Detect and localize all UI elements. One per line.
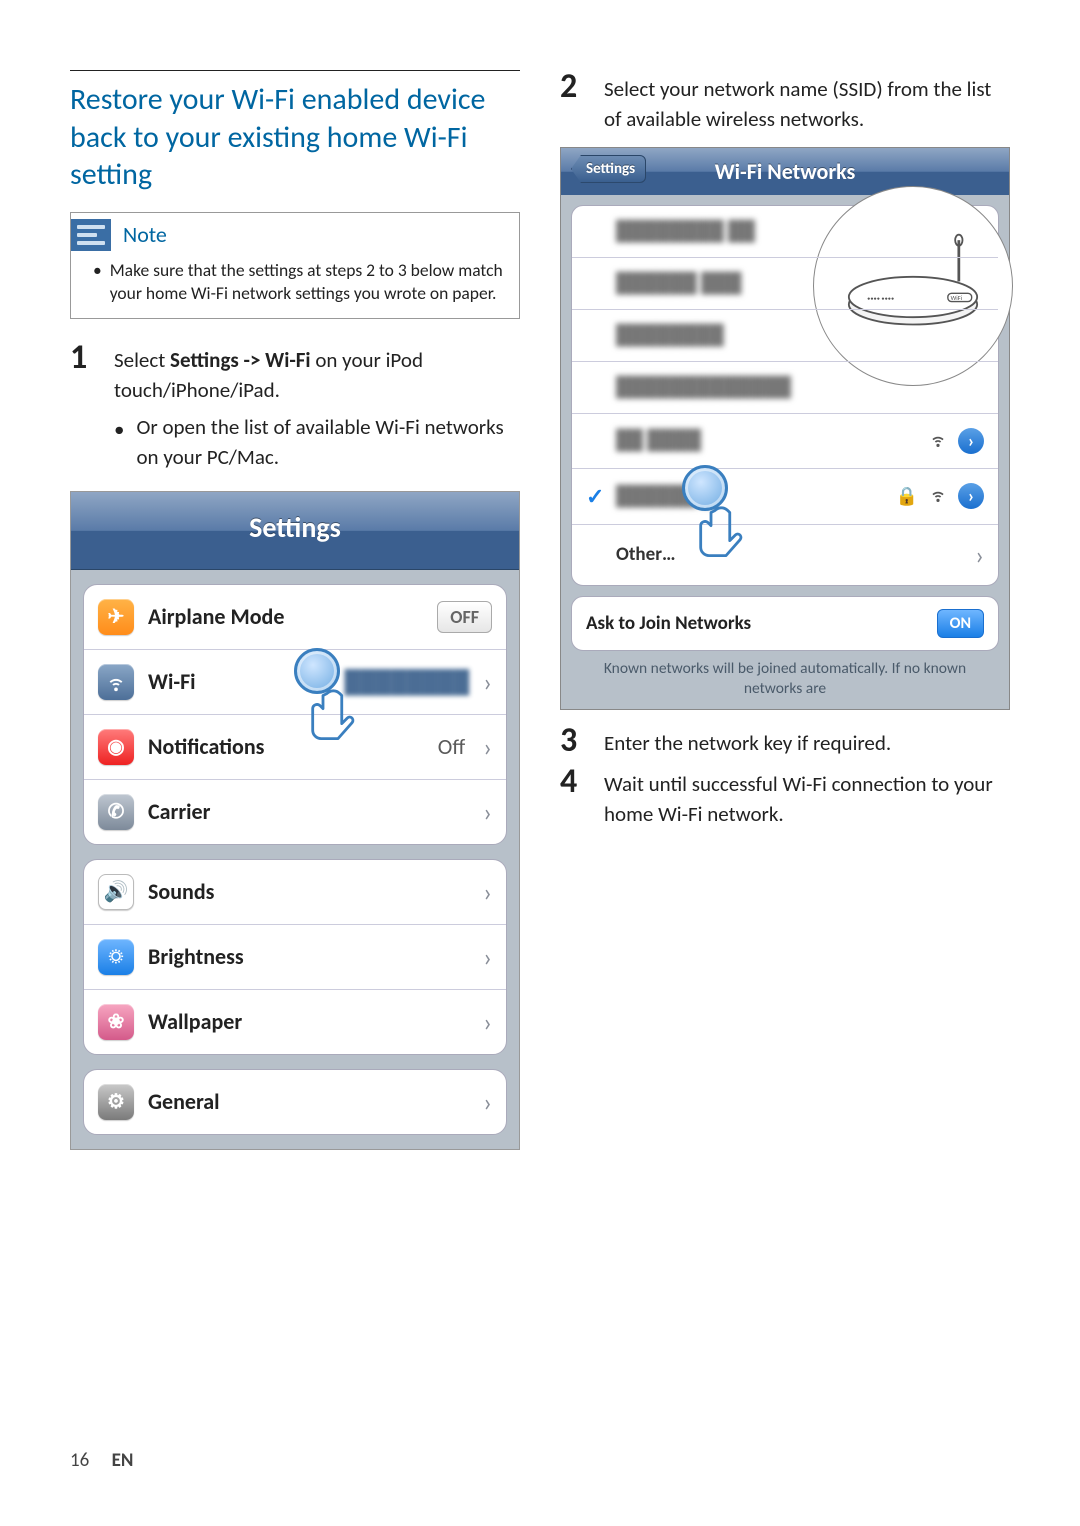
step-number: 3 (560, 724, 586, 758)
row-label: Airplane Mode (148, 603, 423, 630)
network-name: ██ ████ (616, 429, 918, 452)
wifi-network-row[interactable]: ████████ (572, 310, 998, 362)
chevron-right-icon: › (483, 731, 492, 763)
ask-label: Ask to Join Networks (586, 612, 751, 635)
wallpaper-icon: ❀ (98, 1004, 134, 1040)
note-label: Note (123, 221, 167, 248)
settings-row-airplane[interactable]: ✈ Airplane Mode OFF (84, 585, 506, 650)
wifi-icon (98, 664, 134, 700)
wifi-network-row[interactable]: ██████ ███ (572, 258, 998, 310)
wifi-value: ████████ (344, 668, 469, 695)
wifi-network-row[interactable]: █████████████ (572, 362, 998, 414)
wifi-title: Wi-Fi Networks (715, 158, 856, 185)
step-text: Wait until successful Wi-Fi connection t… (604, 765, 1010, 830)
wifi-signal-icon (928, 429, 948, 453)
row-label: Wallpaper (148, 1008, 469, 1035)
info-icon[interactable]: › (958, 428, 984, 454)
settings-row-wifi[interactable]: Wi-Fi ████████ › (84, 650, 506, 715)
row-label: Carrier (148, 798, 469, 825)
info-icon[interactable]: › (958, 483, 984, 509)
settings-row-notifications[interactable]: ◉ Notifications Off › (84, 715, 506, 780)
off-text: Off (438, 733, 465, 760)
sounds-icon: 🔊 (98, 874, 134, 910)
chevron-right-icon: › (483, 1086, 492, 1118)
other-label: Other… (616, 543, 965, 566)
ask-to-join-row[interactable]: Ask to Join Networks ON (571, 596, 999, 651)
general-icon: ⚙ (98, 1084, 134, 1120)
network-name: ██████ █ (616, 485, 886, 508)
chevron-right-icon: › (975, 539, 984, 571)
brightness-icon: ☼ (98, 939, 134, 975)
wifi-help-text: Known networks will be joined automatica… (561, 657, 1009, 709)
wifi-network-row[interactable]: ██ ████ › (572, 414, 998, 469)
note-icon (71, 219, 111, 251)
settings-row-brightness[interactable]: ☼ Brightness › (84, 925, 506, 990)
page-lang: EN (112, 1449, 134, 1472)
step-text: Select Settings -> Wi-Fi on your iPod to… (114, 341, 520, 406)
back-button[interactable]: Settings (571, 155, 646, 183)
airplane-icon: ✈ (98, 599, 134, 635)
page-footer: 16 EN (70, 1449, 133, 1472)
carrier-icon: ✆ (98, 794, 134, 830)
wifi-screenshot: Settings Wi-Fi Networks •••• •••• WiFi █… (560, 147, 1010, 710)
step-number: 2 (560, 70, 586, 135)
step-text: Enter the network key if required. (604, 724, 891, 758)
wifi-other-row[interactable]: Other… › (572, 525, 998, 585)
network-name: ██████ ███ (616, 272, 984, 295)
network-name: ████████ ██ (616, 220, 984, 243)
wifi-signal-icon (928, 484, 948, 508)
settings-screenshot: Settings ✈ Airplane Mode OFF Wi-Fi █████… (70, 491, 520, 1150)
notifications-icon: ◉ (98, 729, 134, 765)
network-name: █████████████ (616, 376, 984, 399)
settings-row-general[interactable]: ⚙ General › (84, 1070, 506, 1134)
row-label: Wi-Fi (148, 668, 330, 695)
wifi-network-row[interactable]: ████████ ██ (572, 206, 998, 258)
lock-icon: 🔒 (896, 485, 918, 507)
chevron-right-icon: › (483, 1006, 492, 1038)
chevron-right-icon: › (483, 666, 492, 698)
chevron-right-icon: › (483, 876, 492, 908)
step-subtext: Or open the list of available Wi-Fi netw… (136, 412, 520, 473)
row-label: Sounds (148, 878, 469, 905)
check-icon: ✓ (586, 483, 606, 510)
note-text: Make sure that the settings at steps 2 t… (110, 259, 505, 306)
chevron-right-icon: › (483, 941, 492, 973)
section-title: Restore your Wi-Fi enabled device back t… (70, 81, 520, 194)
toggle-on[interactable]: ON (937, 609, 984, 638)
settings-row-wallpaper[interactable]: ❀ Wallpaper › (84, 990, 506, 1054)
wifi-network-row[interactable]: ✓ ██████ █ 🔒 › (572, 469, 998, 525)
settings-row-sounds[interactable]: 🔊 Sounds › (84, 860, 506, 925)
page-number: 16 (70, 1449, 89, 1472)
row-label: Brightness (148, 943, 469, 970)
settings-title: Settings (71, 492, 519, 570)
network-name: ████████ (616, 324, 984, 347)
note-box: Note •Make sure that the settings at ste… (70, 212, 520, 319)
toggle-off[interactable]: OFF (437, 601, 492, 633)
step-number: 1 (70, 341, 96, 406)
row-label: General (148, 1088, 469, 1115)
step-number: 4 (560, 765, 586, 830)
settings-row-carrier[interactable]: ✆ Carrier › (84, 780, 506, 844)
chevron-right-icon: › (483, 796, 492, 828)
step-text: Select your network name (SSID) from the… (604, 70, 1010, 135)
row-label: Notifications (148, 733, 424, 760)
